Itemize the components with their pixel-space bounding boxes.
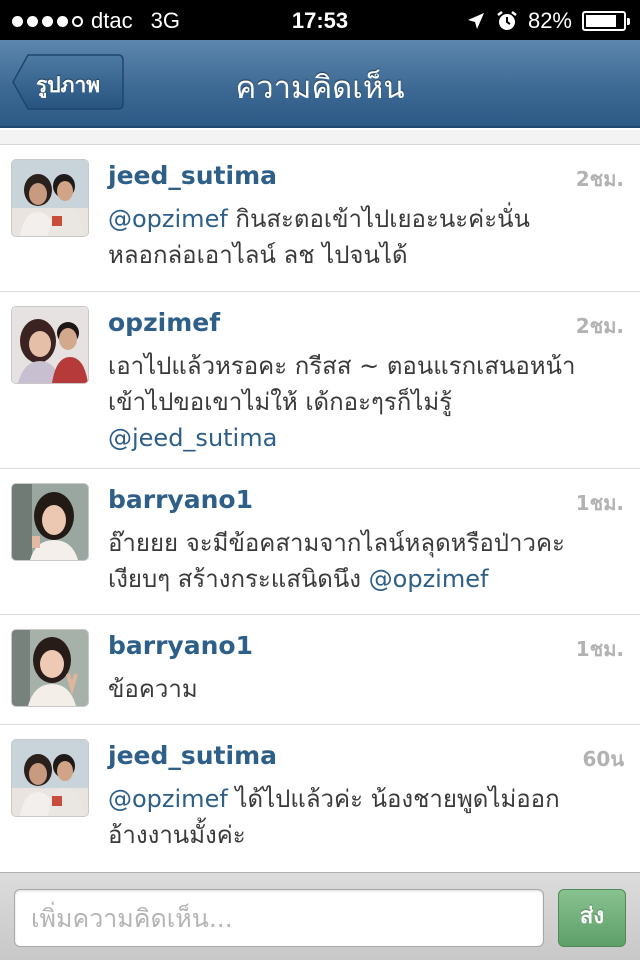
compose-bar: ส่ง [0, 872, 640, 960]
battery-percent: 82% [527, 8, 572, 33]
alarm-clock-icon [497, 11, 517, 30]
comment-row: barryano1 1ชม. ข้อความ [0, 615, 640, 725]
comment-text: เอาไปแล้วหรอคะ กรีสส ~ ตอนแรกเสนอหน้า เข… [108, 348, 618, 456]
comment-input-box[interactable] [14, 889, 544, 947]
page-title: ความคิดเห็น [235, 70, 405, 106]
comment-time: 2ชม. [575, 314, 624, 338]
comment-time: 1ชม. [575, 637, 624, 661]
comment-text: @opzimef กินสะตอเข้าไปเยอะนะค่ะนั่น หลอก… [108, 201, 618, 273]
comment-username[interactable]: barryano1 [108, 485, 253, 514]
comment-line: อ๊ายยย จะมีข้อคสามจากไลน์หลุดหรือป่าวคะ [108, 525, 618, 561]
send-button[interactable]: ส่ง [558, 889, 626, 947]
mention-link[interactable]: @opzimef [108, 205, 228, 233]
comment-line-text: ข้อความ [108, 675, 198, 703]
comment-line: อ้างงานมั้งค่ะ [108, 817, 618, 853]
comment-line-text: กินสะตอเข้าไปเยอะนะค่ะนั่น [227, 205, 530, 233]
comment-username[interactable]: barryano1 [108, 631, 253, 660]
comment-line-text: อ๊ายยย จะมีข้อคสามจากไลน์หลุดหรือป่าวคะ [108, 529, 565, 557]
comment-username[interactable]: jeed_sutima [108, 741, 277, 770]
status-right: 82% [466, 8, 630, 34]
comment-line: หลอกล่อเอาไลน์ ลช ไปจนได้ [108, 237, 618, 273]
comment-line-text: ได้ไปแล้วค่ะ น้องชายพูดไม่ออก [227, 785, 560, 813]
comment-username[interactable]: jeed_sutima [108, 161, 277, 190]
location-arrow-icon [467, 13, 484, 29]
status-bar: dtac 3G 17:53 82% [0, 0, 640, 40]
comment-line: @opzimef ได้ไปแล้วค่ะ น้องชายพูดไม่ออก [108, 781, 618, 817]
comment-line-text: หลอกล่อเอาไลน์ ลช ไปจนได้ [108, 241, 408, 269]
comment-line: @opzimef กินสะตอเข้าไปเยอะนะค่ะนั่น [108, 201, 618, 237]
comment-line: ข้อความ [108, 671, 618, 707]
avatar[interactable] [12, 630, 88, 706]
comment-row: barryano1 1ชม. อ๊ายยย จะมีข้อคสามจากไลน์… [0, 469, 640, 615]
comments-list[interactable]: jeed_sutima 2ชม. @opzimef กินสะตอเข้าไปเ… [0, 130, 640, 872]
comment-row: jeed_sutima 60น @opzimef ได้ไปแล้วค่ะ น้… [0, 725, 640, 872]
comment-line: เงียบๆ สร้างกระแสนิดนึง @opzimef [108, 561, 618, 597]
mention-link[interactable]: @opzimef [108, 785, 228, 813]
avatar[interactable] [12, 307, 88, 383]
comment-line: @jeed_sutima [108, 420, 618, 456]
mention-link[interactable]: @jeed_sutima [108, 424, 277, 452]
comment-line: เอาไปแล้วหรอคะ กรีสส ~ ตอนแรกเสนอหน้า [108, 348, 618, 384]
comment-line-text: เงียบๆ สร้างกระแสนิดนึง [108, 565, 369, 593]
comment-time: 2ชม. [575, 167, 624, 191]
comment-text: @opzimef ได้ไปแล้วค่ะ น้องชายพูดไม่ออก อ… [108, 781, 618, 853]
avatar[interactable] [12, 160, 88, 236]
comment-time: 60น [582, 747, 624, 771]
comment-text: อ๊ายยย จะมีข้อคสามจากไลน์หลุดหรือป่าวคะ … [108, 525, 618, 597]
comment-row: jeed_sutima 2ชม. @opzimef กินสะตอเข้าไปเ… [0, 145, 640, 292]
avatar[interactable] [12, 484, 88, 560]
comment-line: เข้าไปขอเขาไม่ให้ เด้กอะๆรก็ไม่รู้ [108, 384, 618, 420]
navigation-bar: รูปภาพ ความคิดเห็น [0, 40, 640, 128]
comment-line-text: เข้าไปขอเขาไม่ให้ เด้กอะๆรก็ไม่รู้ [108, 388, 453, 416]
comment-line-text: เอาไปแล้วหรอคะ กรีสส ~ ตอนแรกเสนอหน้า [108, 352, 576, 380]
comment-row: opzimef 2ชม. เอาไปแล้วหรอคะ กรีสส ~ ตอนแ… [0, 292, 640, 469]
mention-link[interactable]: @opzimef [369, 565, 489, 593]
comment-time: 1ชม. [575, 491, 624, 515]
avatar[interactable] [12, 740, 88, 816]
battery-icon [582, 11, 630, 31]
comment-text: ข้อความ [108, 671, 618, 707]
comment-username[interactable]: opzimef [108, 308, 220, 337]
comment-line-text: อ้างงานมั้งค่ะ [108, 821, 246, 849]
comment-input[interactable] [15, 890, 543, 946]
battery-fill [586, 15, 616, 27]
